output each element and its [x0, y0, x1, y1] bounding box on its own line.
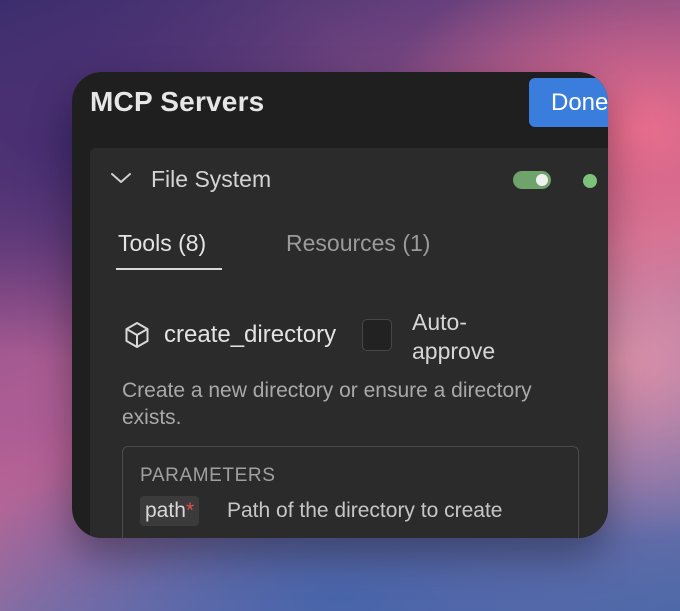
mcp-servers-window: MCP Servers Done File System Tools (8) R…	[72, 72, 608, 538]
parameters-heading: PARAMETERS	[140, 465, 276, 486]
tab-tools[interactable]: Tools (8)	[118, 230, 206, 257]
tool-name: create_directory	[164, 321, 337, 348]
param-name-chip: path*	[140, 496, 200, 526]
tab-resources[interactable]: Resources (1)	[286, 230, 430, 257]
server-enabled-toggle[interactable]	[513, 171, 551, 189]
parameters-box: PARAMETERS path* Path of the directory t…	[122, 446, 579, 538]
done-button[interactable]: Done	[529, 78, 608, 127]
server-row[interactable]: File System	[90, 148, 608, 210]
window-header: MCP Servers Done	[72, 72, 608, 148]
server-panel: File System Tools (8) Resources (1) crea…	[90, 148, 608, 538]
chevron-down-icon[interactable]	[110, 170, 132, 186]
param-description: Path of the directory to create	[227, 499, 503, 522]
auto-approve-checkbox[interactable]	[362, 319, 392, 351]
status-indicator	[583, 174, 597, 188]
tool-description: Create a new directory or ensure a direc…	[122, 379, 532, 429]
auto-approve-label: Auto-approve	[412, 309, 496, 364]
toggle-knob	[536, 174, 548, 186]
param-name: path	[145, 499, 186, 522]
active-tab-underline	[116, 268, 222, 270]
cube-icon	[125, 322, 149, 348]
required-marker: *	[185, 499, 195, 522]
page-title: MCP Servers	[90, 86, 265, 117]
server-name: File System	[151, 166, 272, 192]
